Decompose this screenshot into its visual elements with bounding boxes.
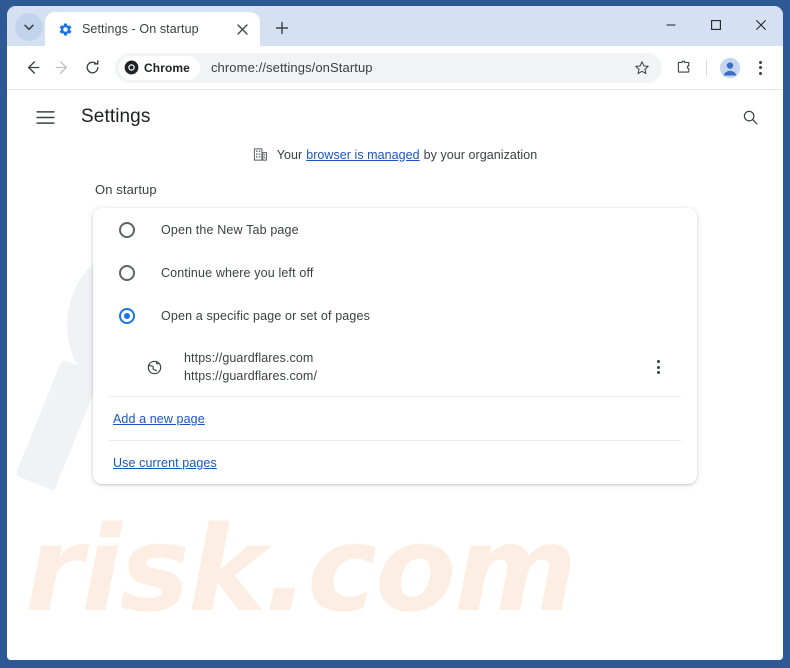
on-startup-section: On startup Open the New Tab page Continu… (93, 182, 697, 484)
forward-arrow-icon (54, 59, 71, 76)
plus-icon (275, 21, 289, 35)
reload-icon (84, 59, 101, 76)
maximize-button[interactable] (693, 6, 738, 44)
extensions-button[interactable] (668, 53, 698, 83)
browser-toolbar: Chrome chrome://settings/onStartup (7, 46, 783, 90)
radio-label: Open the New Tab page (161, 223, 299, 237)
tab-settings[interactable]: Settings - On startup (45, 12, 260, 46)
page-title: Settings (81, 106, 735, 128)
close-icon (237, 24, 248, 35)
browser-menu-button[interactable] (745, 53, 775, 83)
managed-notice-suffix: by your organization (424, 148, 538, 162)
settings-content: Settings (7, 90, 783, 484)
startup-page-texts: https://guardflares.com https://guardfla… (184, 349, 645, 385)
section-title: On startup (95, 182, 697, 197)
startup-page-menu-button[interactable] (645, 354, 671, 380)
reload-button[interactable] (77, 53, 107, 83)
managed-notice-prefix: Your (277, 148, 302, 162)
radio-indicator-selected (119, 308, 135, 324)
use-current-pages-link[interactable]: Use current pages (113, 456, 217, 470)
bookmark-star-button[interactable] (628, 54, 656, 82)
startup-options-card: Open the New Tab page Continue where you… (93, 208, 697, 484)
new-tab-button[interactable] (268, 14, 296, 42)
startup-page-row: https://guardflares.com https://guardfla… (113, 340, 677, 396)
chevron-down-icon (23, 21, 35, 33)
radio-option-specific-pages[interactable]: Open a specific page or set of pages (113, 294, 677, 337)
chrome-chip-label: Chrome (144, 61, 190, 75)
radio-indicator (119, 265, 135, 281)
star-icon (634, 60, 650, 76)
maximize-icon (710, 19, 722, 31)
chrome-chip[interactable]: Chrome (119, 56, 200, 80)
search-icon (742, 109, 759, 126)
radio-label: Open a specific page or set of pages (161, 309, 370, 323)
add-new-page-row[interactable]: Add a new page (113, 397, 677, 440)
settings-search-button[interactable] (735, 102, 765, 132)
managed-browser-notice: Your browser is managed by your organiza… (7, 144, 783, 162)
startup-page-title: https://guardflares.com (184, 349, 645, 367)
minimize-icon (665, 19, 677, 31)
organization-building-icon (253, 147, 268, 162)
startup-page-url: https://guardflares.com/ (184, 367, 645, 385)
radio-option-new-tab-page[interactable]: Open the New Tab page (113, 208, 677, 251)
close-window-button[interactable] (738, 6, 783, 44)
radio-label: Continue where you left off (161, 266, 314, 280)
settings-header: Settings (7, 90, 783, 144)
use-current-pages-row[interactable]: Use current pages (113, 441, 677, 484)
gear-icon (57, 21, 73, 37)
address-bar-url: chrome://settings/onStartup (211, 60, 628, 75)
close-icon (755, 19, 767, 31)
settings-page: P C risk.com Settings (7, 90, 783, 660)
back-button[interactable] (17, 53, 47, 83)
hamburger-menu-icon (36, 110, 55, 125)
globe-icon (146, 359, 162, 375)
three-dot-menu-icon (759, 61, 762, 75)
avatar-icon (719, 57, 741, 79)
puzzle-piece-icon (675, 59, 692, 76)
minimize-button[interactable] (648, 6, 693, 44)
chrome-logo-icon (124, 60, 139, 75)
toolbar-divider (706, 59, 707, 77)
radio-option-continue-where-left-off[interactable]: Continue where you left off (113, 251, 677, 294)
three-dot-menu-icon (657, 360, 660, 374)
forward-button[interactable] (47, 53, 77, 83)
tab-title: Settings - On startup (82, 22, 226, 36)
tab-close-button[interactable] (232, 19, 252, 39)
browser-window: Settings - On startup (7, 6, 783, 660)
window-controls (648, 6, 783, 44)
settings-menu-button[interactable] (31, 103, 59, 131)
window-frame: Settings - On startup (0, 0, 790, 668)
tab-strip: Settings - On startup (7, 6, 783, 46)
back-arrow-icon (24, 59, 41, 76)
address-bar[interactable]: Chrome chrome://settings/onStartup (115, 53, 662, 83)
tab-search-button[interactable] (15, 13, 43, 41)
browser-is-managed-link[interactable]: browser is managed (306, 148, 419, 162)
watermark-domain-text: risk.com (25, 510, 575, 628)
profile-button[interactable] (715, 53, 745, 83)
add-new-page-link[interactable]: Add a new page (113, 412, 205, 426)
radio-indicator (119, 222, 135, 238)
